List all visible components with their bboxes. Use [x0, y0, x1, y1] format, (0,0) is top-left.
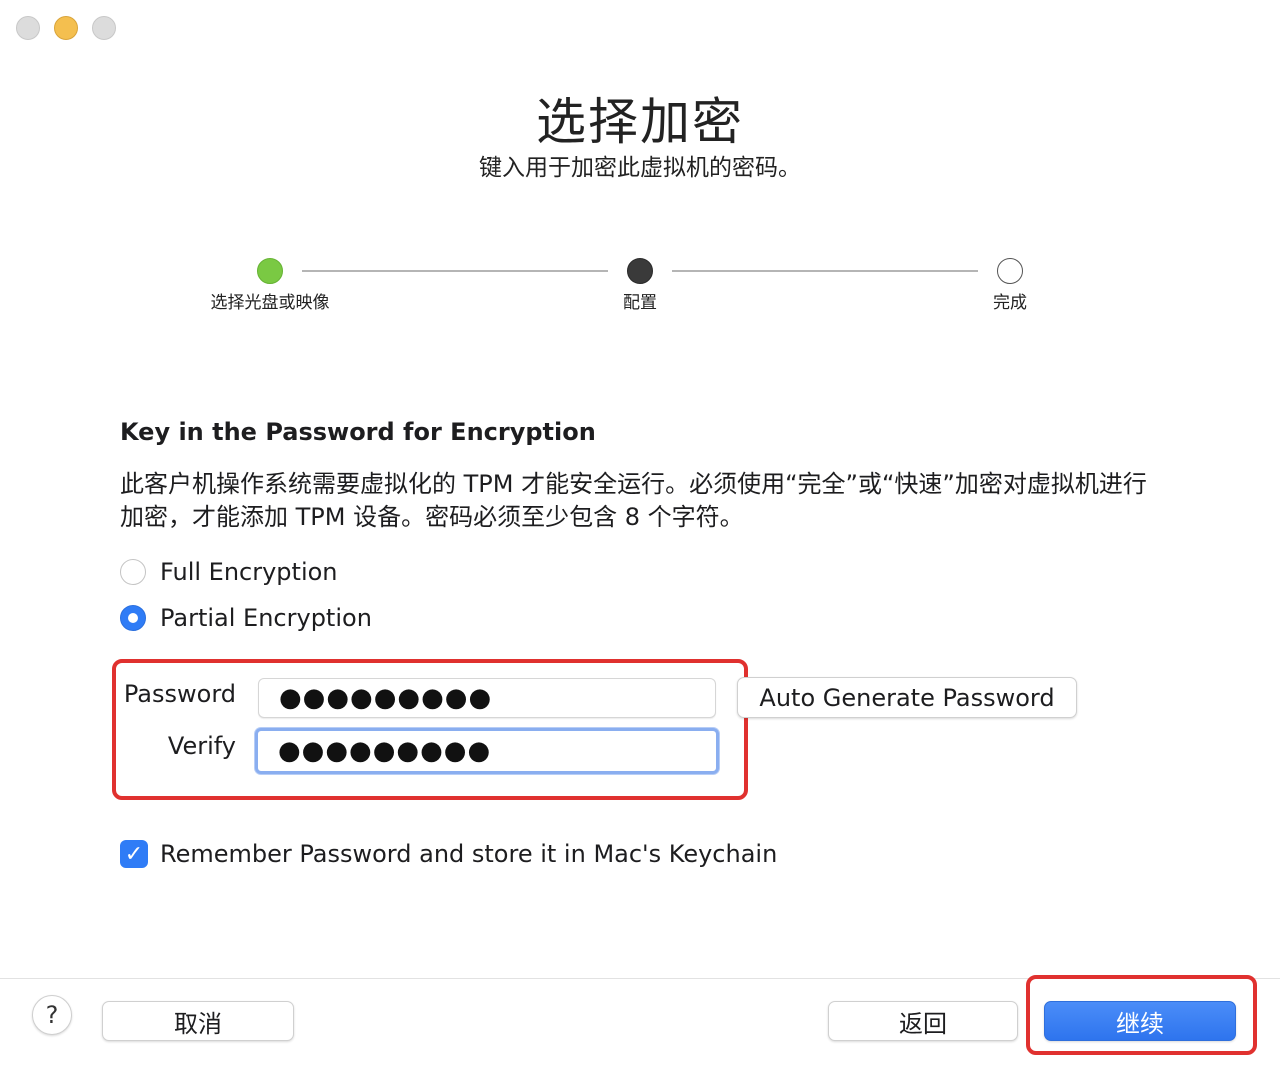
step-label-configure: 配置	[623, 293, 657, 313]
verify-password-field[interactable]: ●●●●●●●●●	[255, 728, 719, 774]
partial-encryption-label: Partial Encryption	[160, 604, 372, 632]
help-button[interactable]: ?	[32, 995, 72, 1035]
zoom-window-button[interactable]	[92, 16, 116, 40]
full-encryption-option[interactable]: Full Encryption	[120, 558, 338, 586]
auto-generate-password-button[interactable]: Auto Generate Password	[737, 677, 1077, 718]
section-heading: Key in the Password for Encryption	[120, 418, 596, 446]
back-button[interactable]: 返回	[828, 1001, 1018, 1041]
password-label: Password	[123, 680, 236, 708]
page-subtitle: 键入用于加密此虚拟机的密码。	[479, 155, 801, 181]
keychain-checkbox-row[interactable]: ✓ Remember Password and store it in Mac'…	[120, 840, 777, 868]
full-encryption-label: Full Encryption	[160, 558, 338, 586]
checkmark-icon[interactable]: ✓	[120, 840, 148, 868]
radio-unselected[interactable]	[120, 559, 146, 585]
minimize-window-button[interactable]	[54, 16, 78, 40]
partial-encryption-option[interactable]: Partial Encryption	[120, 604, 372, 632]
continue-button[interactable]: 继续	[1044, 1001, 1236, 1041]
step-connector	[302, 270, 608, 272]
page-title: 选择加密	[536, 93, 744, 151]
window-controls	[16, 16, 116, 40]
step-connector	[672, 270, 978, 272]
step-label-finish: 完成	[993, 293, 1027, 313]
keychain-label: Remember Password and store it in Mac's …	[160, 840, 778, 868]
radio-selected[interactable]	[120, 605, 146, 631]
step-label-select-disc: 选择光盘或映像	[210, 293, 330, 313]
verify-label: Verify	[167, 732, 236, 760]
section-description: 此客户机操作系统需要虚拟化的 TPM 才能安全运行。必须使用“完全”或“快速”加…	[120, 470, 1147, 531]
password-field[interactable]: ●●●●●●●●●	[258, 678, 716, 718]
cancel-button[interactable]: 取消	[102, 1001, 294, 1041]
step-done-dot	[257, 258, 283, 284]
close-window-button[interactable]	[16, 16, 40, 40]
step-current-dot	[627, 258, 653, 284]
step-pending-dot	[997, 258, 1023, 284]
